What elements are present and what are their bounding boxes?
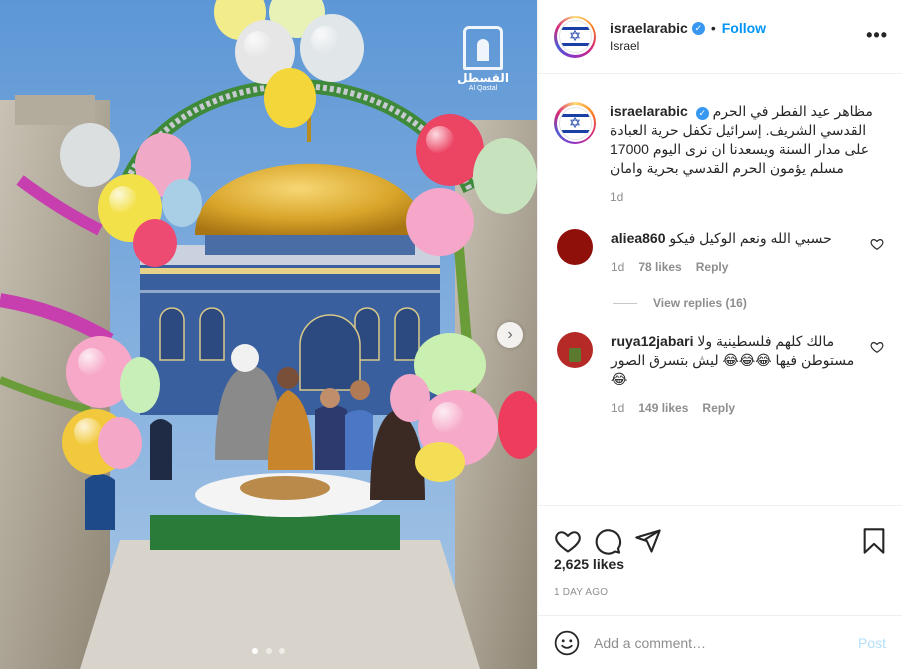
commenter-avatar[interactable]	[557, 229, 593, 265]
view-replies-label: View replies (16)	[653, 296, 747, 310]
comment-likes[interactable]: 149 likes	[638, 401, 688, 415]
emoji-icon[interactable]	[554, 630, 580, 656]
comment-username[interactable]: ruya12jabari	[611, 333, 694, 349]
carousel-dot	[279, 648, 286, 654]
watermark-subtext: Al Qastal	[468, 85, 498, 92]
post-caption: ✡ israelarabic ✓ مظاهر عيد الفطر في الحر…	[554, 75, 886, 204]
action-bar	[538, 505, 902, 563]
share-icon[interactable]	[634, 527, 662, 555]
comment: aliea860 حسبي الله ونعم الوكيل فيكو 1d 7…	[554, 229, 886, 274]
comment: ruya12jabari مالك كلهم فلسطينية ولا مستو…	[554, 332, 886, 415]
post-date[interactable]: 1 DAY AGO	[554, 587, 608, 598]
bookmark-icon[interactable]	[860, 527, 888, 555]
verified-icon: ✓	[695, 107, 709, 120]
al-qastal-watermark: القسطل Al Qastal	[457, 26, 509, 93]
carousel-dot	[265, 648, 272, 654]
caption-avatar[interactable]: ✡	[554, 102, 596, 144]
comment-input[interactable]	[594, 634, 858, 651]
verified-icon: ✓	[691, 21, 705, 35]
caption-username[interactable]: israelarabic	[610, 103, 688, 119]
author-avatar[interactable]: ✡	[554, 15, 596, 58]
carousel-next-button[interactable]: ›	[497, 322, 523, 348]
likes-count[interactable]: 2,625 likes	[554, 556, 624, 572]
israel-flag-icon: ✡	[558, 20, 592, 53]
comments-section[interactable]: ✡ israelarabic ✓ مظاهر عيد الفطر في الحر…	[538, 75, 902, 505]
post-sidebar: ✡ israelarabic ✓ • Follow Israel ••• ✡ i…	[537, 0, 902, 669]
post-header: ✡ israelarabic ✓ • Follow Israel •••	[538, 0, 902, 74]
carousel-dot	[251, 648, 258, 654]
comment-username[interactable]: aliea860	[611, 230, 666, 246]
comment-icon[interactable]	[594, 527, 622, 555]
caption-time[interactable]: 1d	[610, 190, 623, 204]
post-comment-button[interactable]: Post	[858, 635, 886, 651]
post-photo[interactable]: القسطل Al Qastal ›	[0, 0, 537, 669]
comment-like-heart-icon[interactable]	[870, 237, 884, 251]
reply-button[interactable]: Reply	[696, 260, 729, 274]
add-comment-bar: Post	[538, 615, 902, 669]
commenter-avatar[interactable]	[557, 332, 593, 368]
replies-divider	[613, 302, 637, 304]
israel-flag-icon: ✡	[558, 106, 592, 140]
carousel-indicator	[0, 641, 537, 657]
separator-dot: •	[710, 20, 716, 36]
comment-like-heart-icon[interactable]	[870, 340, 884, 354]
watermark-logo-icon	[463, 26, 503, 70]
post-location[interactable]: Israel	[610, 39, 766, 53]
comment-text: حسبي الله ونعم الوكيل فيكو	[669, 230, 832, 246]
view-replies-button[interactable]: View replies (16)	[613, 296, 886, 310]
watermark-text: القسطل	[457, 71, 509, 85]
reply-button[interactable]: Reply	[702, 401, 735, 415]
instagram-post: القسطل Al Qastal › ✡ israelarabic ✓ • Fo…	[0, 0, 902, 669]
more-options-icon[interactable]: •••	[866, 26, 888, 44]
follow-button[interactable]: Follow	[722, 20, 766, 36]
dome-of-the-rock-photo	[0, 0, 537, 669]
comment-time[interactable]: 1d	[611, 260, 624, 274]
author-username[interactable]: israelarabic	[610, 20, 688, 36]
comment-likes[interactable]: 78 likes	[638, 260, 681, 274]
heart-icon[interactable]	[554, 527, 582, 555]
comment-time[interactable]: 1d	[611, 401, 624, 415]
chevron-right-icon: ›	[507, 326, 513, 343]
